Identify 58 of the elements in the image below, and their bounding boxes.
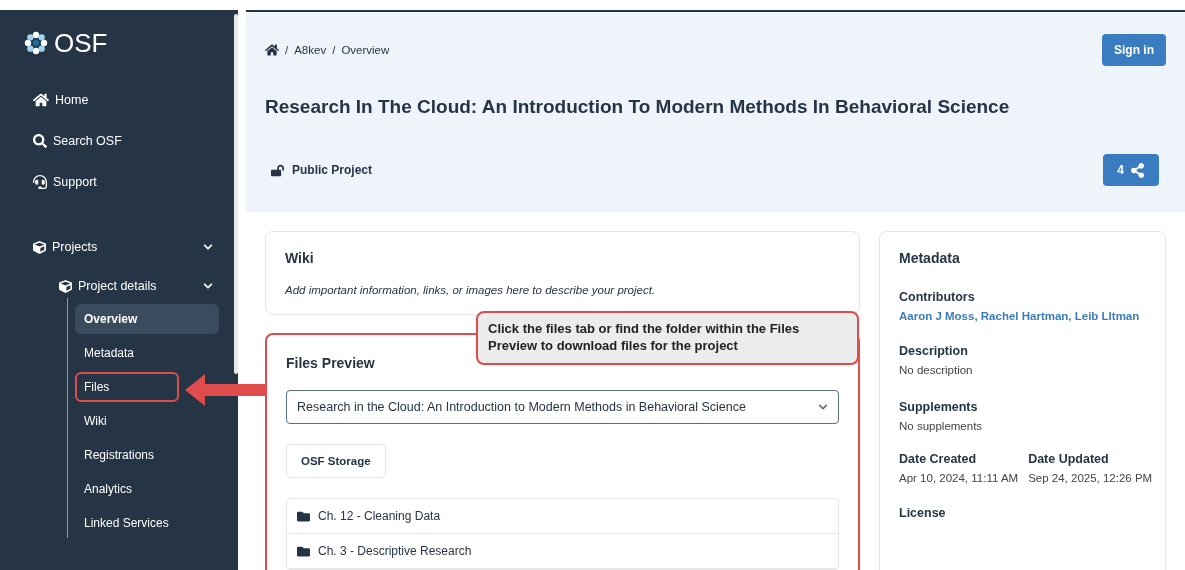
scrollbar[interactable] xyxy=(234,14,238,374)
folder-icon xyxy=(297,544,310,558)
metadata-label: License xyxy=(899,506,947,520)
card-title: Files Preview xyxy=(286,355,376,371)
logo-icon xyxy=(24,31,48,55)
nav-link[interactable]: Home xyxy=(33,88,89,111)
folder-row[interactable]: Ch. 3 - Descriptive Research xyxy=(287,534,838,569)
breadcrumb-separator: / xyxy=(332,44,336,56)
folder-row[interactable]: Ch. 12 - Cleaning Data xyxy=(287,499,838,534)
visibility-label: Public Project xyxy=(271,163,373,177)
share-button[interactable]: 4 xyxy=(1103,154,1159,186)
metadata-label: Date Updated xyxy=(1028,452,1110,466)
folder-name: Ch. 3 - Descriptive Research xyxy=(318,544,472,558)
home-icon[interactable] xyxy=(265,43,279,57)
sidebar-item[interactable]: Files xyxy=(75,372,179,402)
metadata-label: Date Created xyxy=(899,452,978,466)
nav-link[interactable]: Support xyxy=(33,170,97,193)
metadata-value: Apr 10, 2024, 11:11 AM xyxy=(899,472,1019,484)
folder-icon xyxy=(297,509,310,523)
project-title: Research In The Cloud: An Introduction To Modern Methods In Behavioral Science xyxy=(265,96,1011,118)
callout-note: Click the files tab or find the folder within the Files Preview to download files for the project xyxy=(476,311,859,365)
metadata-label: Supplements xyxy=(899,400,979,414)
breadcrumb-link[interactable]: A8kev xyxy=(294,44,327,56)
chevron-icon xyxy=(818,402,828,412)
sidebar-item[interactable]: Metadata xyxy=(75,338,219,368)
headset-icon xyxy=(33,174,47,189)
contributors-link[interactable]: Aaron J Moss, Rachel Hartman, Leib LItman xyxy=(899,310,1146,322)
card-title: Wiki xyxy=(285,250,315,266)
chevron-icon xyxy=(203,242,213,252)
share-icon xyxy=(1130,162,1145,178)
nav-link[interactable]: Search OSF xyxy=(33,129,122,152)
breadcrumb-link[interactable]: Overview xyxy=(341,44,390,56)
sidebar-item[interactable]: Linked Services xyxy=(75,508,219,538)
chevron-icon xyxy=(203,281,213,291)
metadata-value: Sep 24, 2025, 12:26 PM xyxy=(1028,472,1153,484)
home-icon xyxy=(33,91,49,108)
logo-text: OSF xyxy=(54,27,108,59)
projects-menu[interactable]: Projects xyxy=(33,235,213,259)
unlocked-icon xyxy=(271,163,284,177)
card-title: Metadata xyxy=(899,250,961,266)
cube-icon xyxy=(33,240,46,254)
project-select[interactable]: Research in the Cloud: An Introduction to Modern Methods in Behavioral Science xyxy=(286,390,839,424)
metadata-value: No supplements xyxy=(899,420,984,432)
metadata-label: Contributors xyxy=(899,290,976,304)
metadata-value: No description xyxy=(899,364,974,376)
metadata-label: Description xyxy=(899,344,969,358)
storage-button[interactable]: OSF Storage xyxy=(286,444,386,478)
cube-icon xyxy=(59,279,72,293)
folder-name: Ch. 12 - Cleaning Data xyxy=(318,509,441,523)
sidebar-item[interactable]: Wiki xyxy=(75,406,219,436)
sidebar-item[interactable]: Overview xyxy=(75,304,219,334)
sign-in-button[interactable]: Sign in xyxy=(1102,34,1166,66)
wiki-text: Add important information, links, or images here to describe your project. xyxy=(285,284,657,296)
project-details-menu[interactable]: Project details xyxy=(59,274,213,298)
search-icon xyxy=(33,133,47,148)
sidebar-item[interactable]: Analytics xyxy=(75,474,219,504)
sidebar-item[interactable]: Registrations xyxy=(75,440,219,470)
breadcrumb-separator: / xyxy=(285,44,289,56)
